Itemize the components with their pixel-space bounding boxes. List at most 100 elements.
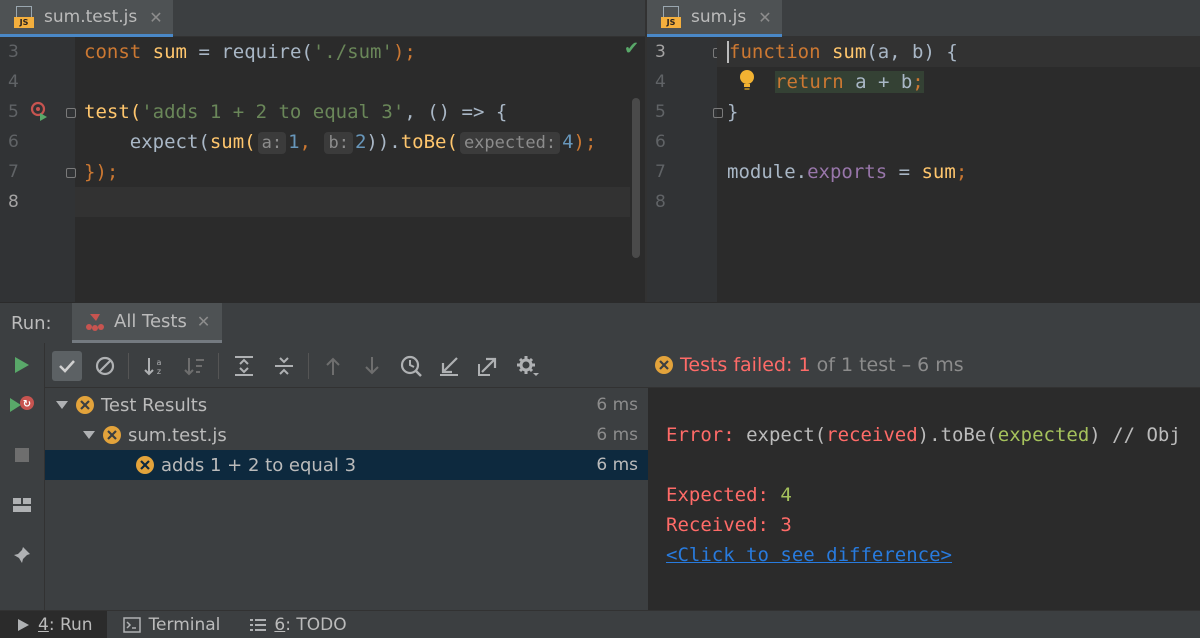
arrow-down-icon xyxy=(365,357,379,375)
param-hint: b: xyxy=(324,132,353,154)
ignored-icon xyxy=(95,356,115,376)
close-icon[interactable]: ✕ xyxy=(149,8,162,27)
tab-all-tests[interactable]: All Tests ✕ xyxy=(72,303,223,343)
show-ignored-button[interactable] xyxy=(90,351,120,381)
svg-text:z: z xyxy=(157,367,161,376)
line-number: 3 xyxy=(655,42,666,62)
tree-row-sum-test-js[interactable]: sum.test.js 6 ms xyxy=(45,420,648,450)
editor-scrollbar[interactable] xyxy=(632,98,640,258)
console-output[interactable]: Error: expect(received).toBe(expected) /… xyxy=(648,388,1200,611)
bottom-tool-bar: 4: Run Terminal 6: TODO xyxy=(0,610,1200,638)
pin-button[interactable] xyxy=(8,541,36,569)
line-number: 8 xyxy=(8,192,19,212)
stop-button[interactable] xyxy=(8,441,36,469)
console-received-line: Received: 3 xyxy=(666,514,792,536)
run-tool-number: 4 xyxy=(38,614,49,635)
tab-sum-test-js[interactable]: JS sum.test.js ✕ xyxy=(0,0,173,37)
play-icon xyxy=(18,618,29,631)
failed-icon xyxy=(136,456,154,474)
tree-label: sum.test.js xyxy=(128,424,227,446)
run-tool-button[interactable]: 4: Run xyxy=(0,610,107,638)
status-failed-count: 1 xyxy=(798,354,811,376)
code-line-4[interactable]: return a + b; xyxy=(775,67,924,97)
code-line-5[interactable]: } xyxy=(727,97,738,127)
history-icon xyxy=(400,355,422,377)
fold-icon[interactable] xyxy=(66,108,76,118)
js-file-icon: JS xyxy=(14,6,36,28)
import-tests-button[interactable] xyxy=(434,351,464,381)
tree-row-test-results[interactable]: Test Results 6 ms xyxy=(45,390,648,420)
terminal-icon xyxy=(122,616,141,633)
line-number: 8 xyxy=(655,192,666,212)
editor-split: JS sum.test.js ✕ 3 4 5 6 7 8 const sum =… xyxy=(0,0,1200,302)
failed-icon xyxy=(76,396,94,414)
tab-label: All Tests xyxy=(114,311,187,332)
todo-tool-button[interactable]: 6: TODO xyxy=(234,611,360,638)
run-header: Run: All Tests ✕ xyxy=(0,303,1200,343)
tree-label: Test Results xyxy=(101,394,208,416)
run-tool-window: Run: All Tests ✕ ↻ a z Tests failed: 1 o… xyxy=(0,302,1200,611)
console-error-line: Error: expect(received).toBe(expected) /… xyxy=(666,424,1181,446)
run-failed-test-icon[interactable] xyxy=(30,100,48,122)
list-icon xyxy=(250,618,267,631)
param-hint: a: xyxy=(257,132,287,154)
collapse-all-button[interactable] xyxy=(269,351,299,381)
svg-text:a: a xyxy=(157,358,162,367)
next-failed-button[interactable] xyxy=(357,351,387,381)
check-icon: ✔ xyxy=(624,38,640,59)
rerun-button[interactable] xyxy=(8,351,36,379)
status-prefix: Tests failed: xyxy=(680,354,793,376)
line-number: 7 xyxy=(655,162,666,182)
rerun-failed-icon: ↻ xyxy=(10,396,34,412)
settings-button[interactable] xyxy=(513,351,543,381)
sort-alphabetically-button[interactable]: a z xyxy=(140,351,170,381)
test-tree: Test Results 6 ms sum.test.js 6 ms adds … xyxy=(45,388,648,611)
rerun-failed-button[interactable]: ↻ xyxy=(8,391,36,419)
terminal-tool-button[interactable]: Terminal xyxy=(107,611,235,638)
previous-failed-button[interactable] xyxy=(318,351,348,381)
expand-all-button[interactable] xyxy=(229,351,259,381)
terminal-tool-label: Terminal xyxy=(148,614,221,635)
close-icon[interactable]: ✕ xyxy=(758,8,771,27)
fold-icon[interactable] xyxy=(66,168,76,178)
editor-tabbar-left: JS sum.test.js ✕ xyxy=(0,0,645,37)
layout-button[interactable] xyxy=(8,491,36,519)
code-line-3[interactable]: const sum = require('./sum'); xyxy=(84,37,416,67)
arrow-up-icon xyxy=(326,357,340,375)
code-line-7[interactable]: }); xyxy=(84,157,118,187)
test-history-button[interactable] xyxy=(396,351,426,381)
code-line-6[interactable]: expect(sum(a: 1, b: 2)).toBe(expected: 4); xyxy=(84,127,596,157)
test-status-line: Tests failed: 1 of 1 test – 6 ms xyxy=(648,343,1200,388)
tab-label: sum.test.js xyxy=(44,7,138,27)
run-tool-label: : Run xyxy=(48,614,93,635)
sort-by-duration-button[interactable] xyxy=(180,351,210,381)
fold-icon[interactable] xyxy=(713,108,723,118)
line-number: 6 xyxy=(8,132,19,152)
export-tests-button[interactable] xyxy=(473,351,503,381)
code-line-5[interactable]: test('adds 1 + 2 to equal 3', () => { xyxy=(84,97,507,127)
svg-text:↻: ↻ xyxy=(23,399,31,410)
see-difference-link[interactable]: <Click to see difference> xyxy=(666,540,952,570)
lightbulb-icon[interactable] xyxy=(738,68,756,92)
tree-duration: 6 ms xyxy=(596,455,638,475)
collapse-all-icon xyxy=(275,357,293,375)
tree-row-test-case[interactable]: adds 1 + 2 to equal 3 6 ms xyxy=(45,450,648,480)
close-icon[interactable]: ✕ xyxy=(197,312,210,331)
editor-pane-left: JS sum.test.js ✕ 3 4 5 6 7 8 const sum =… xyxy=(0,0,645,302)
todo-tool-label: : TODO xyxy=(285,614,347,635)
editor-pane-right: JS sum.js ✕ 3 4 5 6 7 8 function sum(a, … xyxy=(647,0,1200,302)
code-line-7[interactable]: module.exports = sum; xyxy=(727,157,967,187)
expand-arrow-icon[interactable] xyxy=(55,398,69,412)
line-number: 5 xyxy=(8,102,19,122)
expand-arrow-icon[interactable] xyxy=(82,428,96,442)
line-number: 6 xyxy=(655,132,666,152)
tab-sum-js[interactable]: JS sum.js ✕ xyxy=(647,0,782,37)
sort-duration-icon xyxy=(184,358,204,376)
code-line-3[interactable]: function sum(a, b) { xyxy=(727,37,958,67)
tab-label: sum.js xyxy=(691,7,747,27)
failed-icon xyxy=(655,356,673,374)
show-passed-button[interactable] xyxy=(52,351,82,381)
console-expected-line: Expected: 4 xyxy=(666,484,792,506)
pin-icon xyxy=(14,547,30,563)
import-icon xyxy=(440,357,458,376)
